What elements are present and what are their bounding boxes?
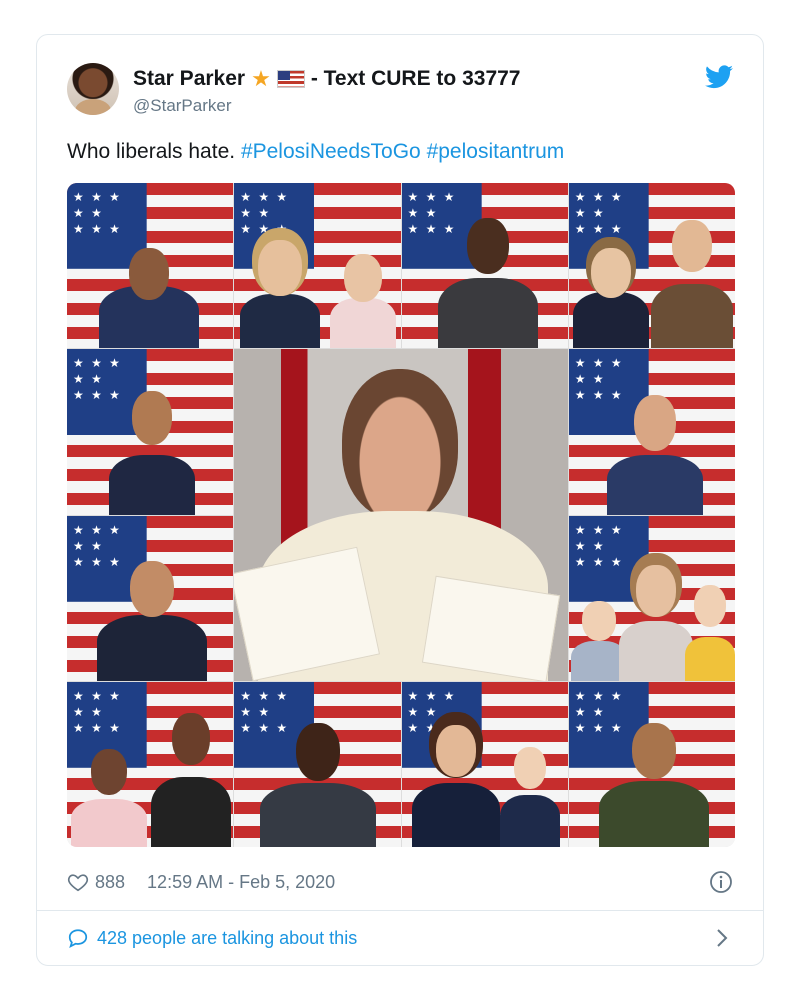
portrait-tile xyxy=(67,183,234,349)
hashtag-link[interactable]: #pelositantrum xyxy=(427,140,565,163)
tweet-photo[interactable] xyxy=(67,183,735,847)
center-portrait-tile xyxy=(234,349,568,681)
comment-icon xyxy=(68,929,88,948)
portrait-tile xyxy=(568,183,735,349)
portrait-tile xyxy=(568,349,735,515)
portrait-tile xyxy=(568,681,735,847)
divider xyxy=(37,910,763,911)
twitter-bird-icon[interactable] xyxy=(705,65,733,89)
portrait-tile xyxy=(401,681,568,847)
portrait-figure xyxy=(99,238,199,349)
portrait-tile xyxy=(401,183,568,349)
portrait-figure xyxy=(650,208,733,349)
tweet-card: Star Parker ★ - Text CURE to 33777 @Star… xyxy=(36,34,764,966)
portrait-tile xyxy=(234,183,401,349)
like-count[interactable]: 888 xyxy=(95,872,125,893)
author-name-suffix[interactable]: - Text CURE to 33777 xyxy=(311,67,521,91)
torn-paper xyxy=(422,575,561,681)
hashtag-link[interactable]: #PelosiNeedsToGo xyxy=(241,140,421,163)
us-flag-emoji-icon xyxy=(276,70,305,88)
portrait-figure xyxy=(151,697,231,847)
portrait-tile xyxy=(67,681,234,847)
chevron-right-icon[interactable] xyxy=(715,927,729,949)
tweet-body: Who liberals hate. xyxy=(67,140,236,163)
tweet-timestamp[interactable]: 12:59 AM - Feb 5, 2020 xyxy=(147,872,335,893)
portrait-figure xyxy=(240,228,321,349)
portrait-tile xyxy=(234,681,401,847)
portrait-figure xyxy=(342,369,459,520)
portrait-figure xyxy=(71,727,147,847)
portrait-figure xyxy=(606,375,703,515)
portrait-figure xyxy=(330,238,397,349)
portrait-figure xyxy=(499,727,560,847)
portrait-figure xyxy=(97,541,207,681)
avatar[interactable] xyxy=(67,63,119,115)
portrait-figure xyxy=(109,375,195,515)
portrait-tile xyxy=(67,349,234,515)
tweet-footer: 888 12:59 AM - Feb 5, 2020 xyxy=(67,867,733,897)
tweet-text: Who liberals hate. #PelosiNeedsToGo #pel… xyxy=(67,140,564,164)
portrait-figure xyxy=(684,571,735,681)
author-name-row[interactable]: Star Parker ★ - Text CURE to 33777 xyxy=(133,67,520,91)
portrait-figure xyxy=(598,707,709,847)
portrait-figure xyxy=(572,228,649,349)
heart-icon[interactable] xyxy=(67,871,89,893)
author-handle[interactable]: @StarParker xyxy=(133,96,232,116)
tweet-header: Star Parker ★ - Text CURE to 33777 @Star… xyxy=(67,63,733,119)
talking-count-text[interactable]: 428 people are talking about this xyxy=(97,928,357,949)
portrait-figure xyxy=(437,208,538,349)
star-emoji-icon: ★ xyxy=(251,66,271,91)
conversation-link[interactable]: 428 people are talking about this xyxy=(67,923,733,953)
portrait-figure xyxy=(260,707,377,847)
portrait-tile xyxy=(67,515,234,681)
portrait-figure xyxy=(618,541,693,681)
author-display-name[interactable]: Star Parker xyxy=(133,67,245,91)
info-icon[interactable] xyxy=(709,870,733,894)
portrait-tile xyxy=(568,515,735,681)
portrait-figure xyxy=(411,707,500,847)
